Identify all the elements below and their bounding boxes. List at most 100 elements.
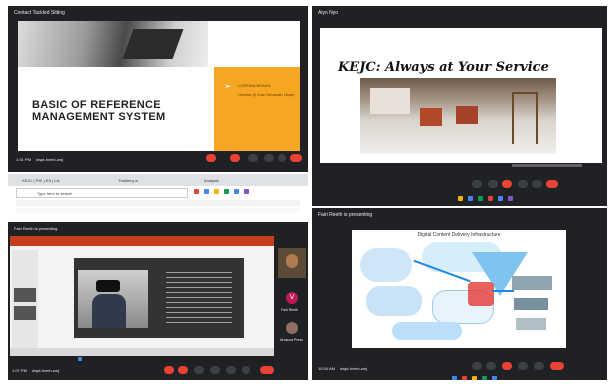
taskbar-app-icon[interactable] — [462, 376, 467, 380]
diagram-devices — [514, 298, 548, 310]
window-title: Contact Tackled Sitting — [14, 10, 65, 16]
participant-label: Nrusuva Press — [280, 338, 303, 342]
more-options-button[interactable] — [242, 366, 250, 374]
photo-chair — [456, 106, 478, 124]
mic-button[interactable] — [472, 362, 482, 370]
meeting-code: dwpt-hvmh-uwj — [340, 366, 367, 371]
mic-button[interactable] — [472, 180, 482, 188]
presenter-subtitle: Librarian @ Kuan Semanatic Library — [238, 93, 295, 97]
meet-area: Fairi Reeth is presenting V Fairi Reeth … — [8, 222, 308, 380]
diagram-arrow — [492, 290, 514, 292]
slide-title-line1: BASIC OF REFERENCE — [32, 99, 161, 111]
slide-photo — [18, 21, 208, 67]
ppt-status-bar — [10, 348, 274, 356]
taskbar-app-icon[interactable] — [452, 376, 457, 380]
status-strip — [512, 164, 582, 167]
vr-headset-shape — [96, 280, 120, 292]
captions-button[interactable] — [502, 180, 512, 188]
search-bar[interactable]: Type here to search — [16, 188, 188, 198]
diagram-blob — [392, 322, 462, 340]
present-button[interactable] — [210, 366, 220, 374]
slide-heading: KEJC: Always at Your Service — [338, 60, 549, 75]
taskbar-app-icon[interactable] — [468, 196, 473, 201]
diagram-hub — [468, 282, 494, 306]
taskbar-app-icon[interactable] — [472, 376, 477, 380]
current-slide — [74, 258, 244, 338]
slide-title-line2: MANAGEMENT SYSTEM — [32, 111, 166, 123]
address-bar[interactable] — [16, 200, 300, 206]
avatar: V — [286, 292, 298, 304]
more-options-button[interactable] — [534, 362, 544, 370]
camera-button[interactable] — [230, 154, 240, 162]
slide-thumb — [14, 288, 36, 302]
captions-button[interactable] — [248, 154, 258, 162]
shared-slide: KEJC: Always at Your Service — [320, 28, 602, 163]
camera-button[interactable] — [488, 180, 498, 188]
taskbar-app-icon[interactable] — [492, 376, 497, 380]
taskbar-app-icon[interactable] — [508, 196, 513, 201]
present-button[interactable] — [264, 154, 274, 162]
presentation-window — [10, 236, 274, 356]
photo-window — [370, 88, 410, 114]
participant-label: Fairi Reeth — [281, 308, 299, 312]
video-tile-top-left: Contact Tackled Sitting BASIC OF REFEREN… — [8, 6, 308, 172]
diagram-devices — [512, 276, 552, 290]
diagram-blob — [366, 286, 422, 316]
reactions-button[interactable] — [226, 366, 236, 374]
slide-text-block — [166, 272, 232, 324]
present-button[interactable] — [518, 180, 528, 188]
captions-button[interactable] — [194, 366, 204, 374]
browser-tab[interactable]: Thaiberg in — [118, 178, 138, 183]
more-options-button[interactable] — [278, 154, 286, 162]
slide-title: BASIC OF REFERENCE MANAGEMENT SYSTEM — [32, 99, 202, 123]
video-tile-top-right: Aiyo Nyo KEJC: Always at Your Service — [312, 6, 607, 206]
taskbar-app-icon[interactable] — [488, 196, 493, 201]
windows-taskbar — [10, 356, 274, 362]
window-title: Aiyo Nyo — [318, 10, 339, 16]
participant-video — [278, 248, 306, 278]
camera-button[interactable] — [178, 366, 188, 374]
taskbar-app-icon[interactable] — [234, 189, 239, 194]
browser-tab[interactable]: Analysis — [204, 178, 219, 183]
taskbar-app-icon[interactable] — [244, 189, 249, 194]
slide-thumb — [14, 306, 36, 320]
diagram-devices — [516, 318, 546, 330]
photo-easel — [512, 92, 538, 144]
vr-photo — [78, 270, 148, 328]
more-options-button[interactable] — [532, 180, 542, 188]
video-tile-bottom-left: KEJC ( PIE ) ES | Lib Thaiberg in Analys… — [8, 174, 308, 380]
camera-button[interactable] — [486, 362, 496, 370]
taskbar-app-icon[interactable] — [478, 196, 483, 201]
mic-button[interactable] — [164, 366, 174, 374]
browser-tab-strip: KEJC ( PIE ) ES | Lib Thaiberg in Analys… — [8, 174, 308, 186]
participant-face — [286, 254, 298, 268]
diagram-title: Digital Content Delivery Infrastructure — [417, 232, 501, 238]
captions-button[interactable] — [502, 362, 512, 370]
photo-chair — [420, 108, 442, 126]
taskbar-app-icon[interactable] — [458, 196, 463, 201]
taskbar-app-icon[interactable] — [482, 376, 487, 380]
arrow-icon: ➢ — [224, 81, 232, 91]
start-icon[interactable] — [78, 357, 82, 361]
taskbar-app-icon[interactable] — [214, 189, 219, 194]
meeting-code: dwpt-hvmh-uwj — [36, 157, 63, 162]
presenting-label: Fairi Reeth is presenting — [14, 226, 58, 231]
library-photo — [360, 78, 556, 154]
mic-button[interactable] — [206, 154, 216, 162]
search-input[interactable]: Type here to search — [37, 191, 72, 196]
end-call-button[interactable] — [260, 366, 274, 374]
browser-tab[interactable]: KEJC ( PIE ) ES | Lib — [22, 178, 60, 183]
end-call-button[interactable] — [550, 362, 564, 370]
meeting-time: 1:31 PM — [16, 157, 31, 162]
meeting-time: 1:07 PM — [12, 368, 27, 373]
taskbar-app-icon[interactable] — [224, 189, 229, 194]
end-call-button[interactable] — [290, 154, 302, 162]
taskbar-app-icon[interactable] — [498, 196, 503, 201]
ppt-ribbon — [10, 236, 274, 246]
present-button[interactable] — [518, 362, 528, 370]
presenter-panel: ➢ LOREINA BRANN Librarian @ Kuan Semanat… — [214, 67, 300, 151]
end-call-button[interactable] — [546, 180, 558, 188]
taskbar-app-icon[interactable] — [204, 189, 209, 194]
shared-slide: BASIC OF REFERENCE MANAGEMENT SYSTEM ➢ L… — [18, 21, 300, 151]
taskbar-app-icon[interactable] — [194, 189, 199, 194]
